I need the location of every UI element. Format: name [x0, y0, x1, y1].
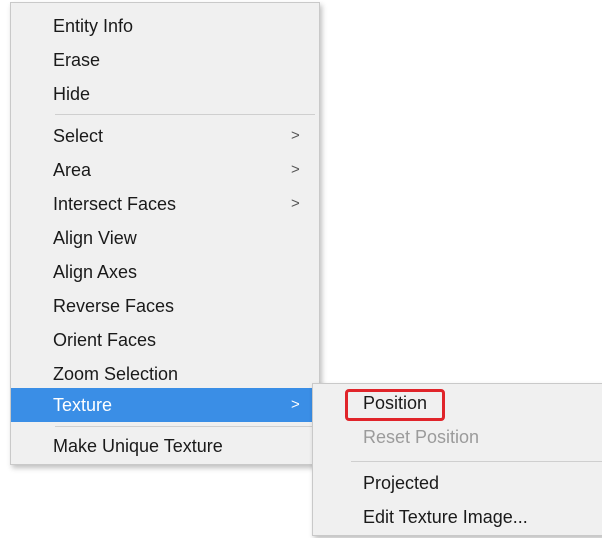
menu-item-label: Orient Faces: [53, 330, 157, 350]
menu-item-label: Align View: [53, 228, 137, 248]
context-menu: Entity Info Erase Hide Select > Area > I…: [10, 2, 320, 465]
menu-item-label: Align Axes: [53, 262, 138, 282]
menu-item-label: Texture: [53, 395, 113, 415]
menu-separator: [55, 426, 315, 427]
submenu-item-projected[interactable]: Projected: [313, 466, 602, 500]
menu-item-reverse-faces[interactable]: Reverse Faces: [11, 289, 319, 323]
submenu-arrow-icon: >: [291, 396, 300, 413]
submenu-item-label: Edit Texture Image...: [363, 507, 528, 527]
submenu-item-position[interactable]: Position: [313, 386, 602, 421]
submenu-arrow-icon: >: [291, 195, 300, 212]
highlight-box: [345, 389, 445, 421]
menu-item-entity-info[interactable]: Entity Info: [11, 9, 319, 43]
menu-item-align-view[interactable]: Align View: [11, 221, 319, 255]
menu-separator: [351, 461, 602, 462]
menu-item-make-unique-texture[interactable]: Make Unique Texture: [11, 429, 319, 463]
menu-separator: [55, 114, 315, 115]
menu-item-label: Hide: [53, 84, 91, 104]
menu-item-label: Erase: [53, 50, 101, 70]
menu-item-label: Entity Info: [53, 16, 134, 36]
submenu-item-label: Reset Position: [363, 427, 480, 447]
menu-item-intersect-faces[interactable]: Intersect Faces >: [11, 187, 319, 221]
texture-submenu: Position Reset Position Projected Edit T…: [312, 383, 602, 536]
menu-item-hide[interactable]: Hide: [11, 77, 319, 111]
menu-item-label: Intersect Faces: [53, 194, 177, 214]
submenu-arrow-icon: >: [291, 127, 300, 144]
menu-item-zoom-selection[interactable]: Zoom Selection: [11, 357, 319, 391]
menu-item-label: Make Unique Texture: [53, 436, 223, 456]
menu-item-erase[interactable]: Erase: [11, 43, 319, 77]
menu-item-label: Zoom Selection: [53, 364, 179, 384]
submenu-item-reset-position: Reset Position: [313, 420, 602, 454]
menu-item-select[interactable]: Select >: [11, 119, 319, 153]
menu-item-label: Area: [53, 160, 92, 180]
submenu-item-edit-texture-image[interactable]: Edit Texture Image...: [313, 500, 602, 534]
menu-item-label: Reverse Faces: [53, 296, 175, 316]
menu-item-texture[interactable]: Texture >: [11, 388, 319, 422]
menu-item-orient-faces[interactable]: Orient Faces: [11, 323, 319, 357]
submenu-arrow-icon: >: [291, 161, 300, 178]
menu-item-area[interactable]: Area >: [11, 153, 319, 187]
menu-item-align-axes[interactable]: Align Axes: [11, 255, 319, 289]
submenu-item-label: Projected: [363, 473, 440, 493]
menu-item-label: Select: [53, 126, 104, 146]
